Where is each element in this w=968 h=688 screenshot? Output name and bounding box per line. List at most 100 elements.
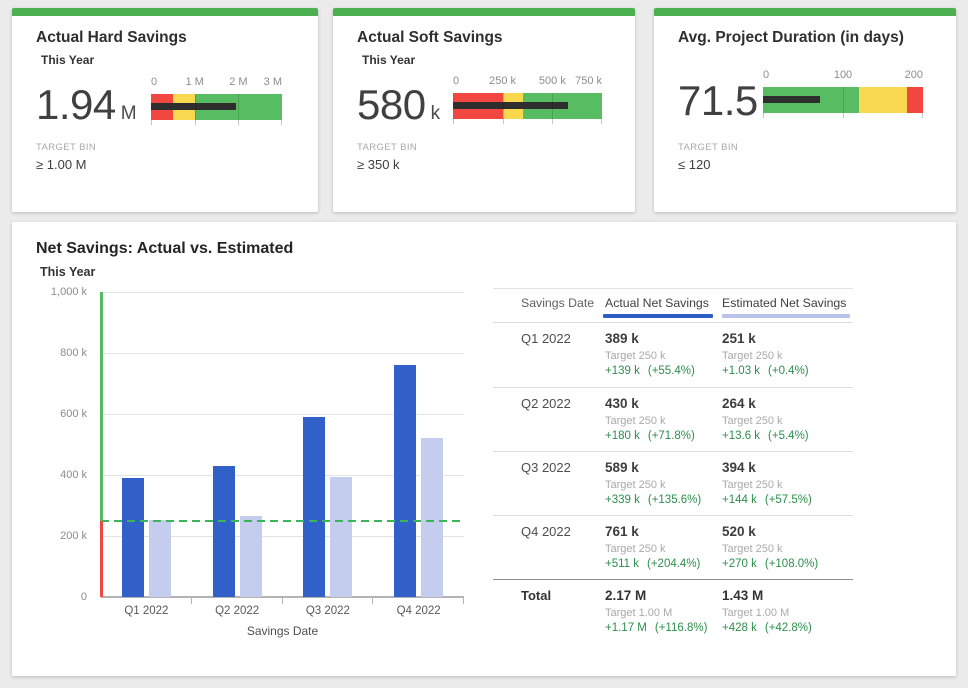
x-axis-tick-mark <box>191 598 192 604</box>
row-label: Q2 2022 <box>521 396 571 412</box>
bar-actual-net-savings[interactable] <box>394 365 416 597</box>
panel-subtitle: This Year <box>40 264 95 280</box>
bar-actual-net-savings[interactable] <box>303 417 325 597</box>
actual-variance-absolute: +511 k <box>605 558 639 570</box>
card-subtitle: This Year <box>362 52 415 68</box>
target-bin-label: TARGET BIN <box>36 142 96 154</box>
kpi-value-suffix: k <box>431 103 441 124</box>
bullet-tick-label: 1 M <box>185 76 203 88</box>
estimated-value: 520 k <box>722 524 818 540</box>
panel-title: Net Savings: Actual vs. Estimated <box>36 238 293 260</box>
actual-variance: +339 k(+135.6%) <box>605 493 701 507</box>
estimated-cell: 251 kTarget 250 k+1.03 k(+0.4%) <box>722 331 809 378</box>
bullet-tick-mark <box>503 93 504 119</box>
bullet-tick-label: 2 M <box>229 76 247 88</box>
bar-actual-net-savings[interactable] <box>122 478 144 597</box>
bullet-tick-mark <box>843 87 844 113</box>
estimated-value: 264 k <box>722 396 809 412</box>
estimated-variance-absolute: +428 k <box>722 622 757 634</box>
table-row[interactable]: Q1 2022389 kTarget 250 k+139 k(+55.4%)25… <box>493 323 853 387</box>
estimated-cell: 264 kTarget 250 k+13.6 k(+5.4%) <box>722 396 809 443</box>
y-axis-tick-label: 800 k <box>60 347 87 360</box>
bullet-tick-label: 750 k <box>575 75 602 87</box>
bar-group <box>192 292 283 597</box>
bullet-chart: 0250 k500 k750 k <box>453 75 602 127</box>
bullet-tick-label: 3 M <box>264 76 282 88</box>
card-title: Actual Soft Savings <box>357 28 503 48</box>
kpi-value-suffix: M <box>121 103 137 124</box>
actual-variance-percent: (+71.8%) <box>648 430 695 442</box>
x-axis-category-label: Q3 2022 <box>283 605 374 617</box>
bar-group <box>373 292 464 597</box>
estimated-variance-percent: (+5.4%) <box>768 430 809 442</box>
actual-variance-percent: (+204.4%) <box>647 558 700 570</box>
estimated-variance-percent: (+57.5%) <box>765 494 812 506</box>
kpi-value: 1.94M <box>36 83 137 127</box>
actual-cell: 430 k Target 250 k +180 k (+71.8%) <box>605 396 695 443</box>
table-row[interactable]: Q4 2022761 kTarget 250 k+511 k(+204.4%)5… <box>493 515 853 579</box>
actual-variance-absolute: +180 k <box>605 430 640 442</box>
actual-target: Target 250 k <box>605 414 695 428</box>
bullet-tick-label: 250 k <box>489 75 516 87</box>
row-label: Total <box>521 588 551 604</box>
bullet-tick-mark <box>763 113 764 118</box>
bullet-measure-bar <box>151 103 236 110</box>
kpi-value-number: 71.5 <box>678 77 758 124</box>
bullet-tick-mark <box>238 120 239 125</box>
estimated-variance: +1.03 k (+0.4%) <box>722 364 809 378</box>
kpi-card-avg-project-duration: Avg. Project Duration (in days) 71.5 010… <box>654 8 956 212</box>
target-reference-line <box>101 520 464 522</box>
actual-variance: +511 k (+204.4%) <box>605 557 700 571</box>
actual-value: 2.17 M <box>605 588 707 604</box>
x-axis-category-label: Q2 2022 <box>192 605 283 617</box>
bullet-range-segment <box>907 87 923 113</box>
estimated-variance: +13.6 k(+5.4%) <box>722 429 809 443</box>
bullet-tick-mark <box>151 120 152 125</box>
row-label: Q4 2022 <box>521 524 571 540</box>
actual-variance-absolute: +139 k <box>605 365 640 377</box>
x-axis-tick-mark <box>372 598 373 604</box>
table-row[interactable]: Q3 2022589 kTarget 250 k+339 k(+135.6%)3… <box>493 451 853 515</box>
y-axis-line-below-target <box>100 521 103 597</box>
bullet-tick-mark <box>552 119 553 124</box>
estimated-series-legend-bar <box>722 314 850 318</box>
card-title: Avg. Project Duration (in days) <box>678 28 904 48</box>
card-accent-bar <box>12 8 318 16</box>
bar-estimated-net-savings[interactable] <box>149 520 171 597</box>
bar-estimated-net-savings[interactable] <box>330 477 352 597</box>
kpi-card-actual-hard-savings: Actual Hard Savings This Year 1.94M 01 M… <box>12 8 318 212</box>
actual-value: 589 k <box>605 460 701 476</box>
estimated-variance-percent: (+0.4%) <box>768 365 809 377</box>
y-axis-line-above-target <box>100 292 103 521</box>
bar-actual-net-savings[interactable] <box>213 466 235 597</box>
bullet-tick-mark <box>453 119 454 124</box>
table-row[interactable]: Total2.17 MTarget 1.00 M+1.17 M(+116.8%)… <box>493 579 853 643</box>
bullet-tick-mark <box>238 94 239 120</box>
column-header-actual-net-savings: Actual Net Savings <box>605 296 709 311</box>
bullet-chart: 0100200 <box>763 69 923 121</box>
kpi-value-number: 580 <box>357 81 426 128</box>
actual-target: Target 250 k <box>605 542 700 556</box>
bullet-range-segment <box>859 87 907 113</box>
table-row[interactable]: Q2 2022 430 k Target 250 k +180 k (+71.8%) 26… <box>493 387 853 451</box>
bullet-tick-mark <box>843 113 844 118</box>
x-axis-tick-mark <box>463 598 464 604</box>
bullet-tick-mark <box>195 94 196 120</box>
bar-chart-plot-area: 0200 k400 k600 k800 k1,000 kQ1 2022Q2 20… <box>101 292 464 597</box>
net-savings-panel: Net Savings: Actual vs. Estimated This Y… <box>12 222 956 676</box>
bar-estimated-net-savings[interactable] <box>240 516 262 597</box>
estimated-variance-percent: (+108.0%) <box>765 558 818 570</box>
bullet-tick-mark <box>281 120 282 125</box>
bullet-measure-bar <box>453 102 568 109</box>
actual-value: 430 k <box>605 396 695 412</box>
bar-estimated-net-savings[interactable] <box>421 438 443 597</box>
actual-variance-absolute: +339 k <box>605 494 640 506</box>
bar-group <box>283 292 374 597</box>
estimated-variance-absolute: +1.03 k <box>722 365 760 377</box>
estimated-target: Target 1.00 M <box>722 606 812 620</box>
kpi-card-actual-soft-savings: Actual Soft Savings This Year 580k 0250 … <box>333 8 635 212</box>
estimated-variance: +428 k(+42.8%) <box>722 621 812 635</box>
card-subtitle: This Year <box>41 52 94 68</box>
y-axis-tick-label: 600 k <box>60 408 87 421</box>
estimated-target: Target 250 k <box>722 478 812 492</box>
